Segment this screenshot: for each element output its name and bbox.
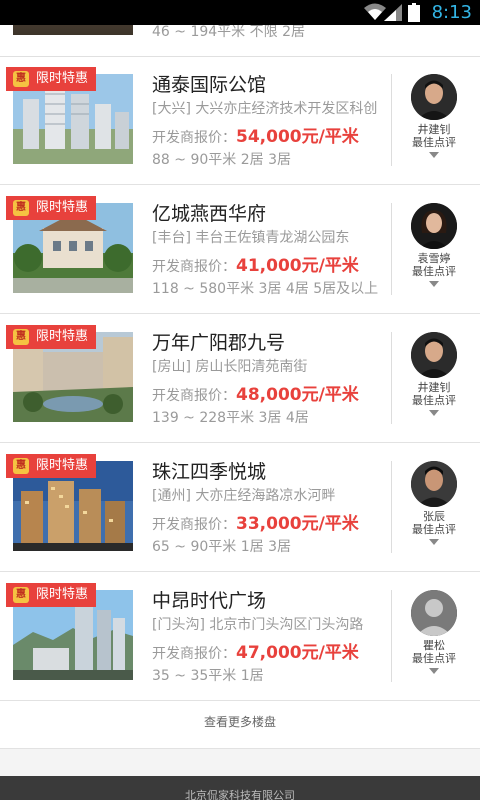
listing-area: 88 ~ 90平米 2居 3居	[152, 152, 291, 168]
listing-area: 35 ~ 35平米 1居	[152, 668, 264, 684]
list-item[interactable]: 惠限时特惠 万年广阳郡九号 [房山] 房山长阳清苑南街 开发商报价：48,000…	[0, 314, 480, 443]
promo-tag-icon: 惠	[13, 587, 29, 603]
divider	[391, 461, 392, 553]
promo-badge: 惠限时特惠	[6, 196, 97, 220]
list-item[interactable]: 惠限时特惠 通泰国际公馆 [大兴] 大兴亦庄经济技术开发区科创 开发商报价：54…	[0, 56, 480, 185]
footer: 北京侃家科技有限公司	[0, 776, 480, 800]
listing-address: [门头沟] 北京市门头沟区门头沟路	[152, 617, 364, 633]
list-item[interactable]: 惠限时特惠 中昂时代广场 [门头沟] 北京市门头沟区门头沟路 开发商报价：47,…	[0, 572, 480, 701]
chevron-down-icon[interactable]	[429, 152, 439, 158]
agent-card[interactable]: 井建钊 最佳点评	[400, 332, 468, 416]
listing-price-row: 开发商报价：41,000元/平米	[152, 256, 359, 276]
listing-price-row: 开发商报价：33,000元/平米	[152, 514, 359, 534]
agent-name: 瞿松	[423, 639, 445, 652]
divider	[391, 74, 392, 166]
listing-price-row: 开发商报价：48,000元/平米	[152, 385, 359, 405]
avatar	[411, 461, 457, 507]
list-item[interactable]: 惠限时特惠 亿城燕西华府 [丰台] 丰台王佐镇青龙湖公园东 开发商报价：41,0…	[0, 185, 480, 314]
listing-title: 通泰国际公馆	[152, 74, 267, 96]
listing-price: 54,000元/平米	[236, 127, 359, 147]
avatar	[411, 203, 457, 249]
view-more-link[interactable]: 查看更多楼盘	[0, 697, 480, 747]
promo-tag-icon: 惠	[13, 329, 29, 345]
promo-badge: 惠限时特惠	[6, 583, 97, 607]
agent-label: 最佳点评	[412, 136, 456, 149]
listing-area: 46 ~ 194平米 不限 2居	[152, 25, 305, 40]
divider	[391, 332, 392, 424]
list-item-partial[interactable]: 46 ~ 194平米 不限 2居	[0, 25, 480, 57]
agent-name: 袁雪婷	[417, 252, 451, 265]
listing-price-row: 开发商报价：47,000元/平米	[152, 643, 359, 663]
agent-name: 井建钊	[417, 123, 451, 136]
status-time: 8:13	[431, 2, 472, 23]
listing-address: [通州] 大亦庄经海路凉水河畔	[152, 488, 336, 504]
wifi-icon	[364, 3, 386, 20]
agent-card[interactable]: 张辰 最佳点评	[400, 461, 468, 545]
agent-label: 最佳点评	[412, 394, 456, 407]
divider	[391, 203, 392, 295]
promo-badge: 惠限时特惠	[6, 454, 97, 478]
battery-icon	[408, 3, 420, 22]
chevron-down-icon[interactable]	[429, 539, 439, 545]
avatar-placeholder-icon	[411, 590, 457, 636]
list-item[interactable]: 惠限时特惠 珠江四季悦城 [通州] 大亦庄经海路凉水河畔 开发商报价：33,00…	[0, 443, 480, 572]
avatar	[411, 332, 457, 378]
promo-tag-icon: 惠	[13, 458, 29, 474]
listing-address: [大兴] 大兴亦庄经济技术开发区科创	[152, 101, 378, 117]
listing-thumbnail	[13, 25, 133, 35]
status-bar: 8:13	[0, 0, 480, 25]
listing-area: 118 ~ 580平米 3居 4居 5居及以上	[152, 281, 379, 297]
section-gap	[0, 748, 480, 777]
chevron-down-icon[interactable]	[429, 281, 439, 287]
listing-title: 中昂时代广场	[152, 590, 267, 612]
agent-label: 最佳点评	[412, 523, 456, 536]
chevron-down-icon[interactable]	[429, 410, 439, 416]
listing-title: 珠江四季悦城	[152, 461, 267, 483]
listing-price: 48,000元/平米	[236, 385, 359, 405]
listing-price: 47,000元/平米	[236, 643, 359, 663]
promo-tag-icon: 惠	[13, 71, 29, 87]
listing-price: 41,000元/平米	[236, 256, 359, 276]
chevron-down-icon[interactable]	[429, 668, 439, 674]
agent-name: 张辰	[423, 510, 445, 523]
listing-title: 亿城燕西华府	[152, 203, 267, 225]
promo-badge: 惠限时特惠	[6, 67, 97, 91]
promo-badge: 惠限时特惠	[6, 325, 97, 349]
agent-label: 最佳点评	[412, 265, 456, 278]
listing-price: 33,000元/平米	[236, 514, 359, 534]
listing-address: [丰台] 丰台王佐镇青龙湖公园东	[152, 230, 350, 246]
agent-card[interactable]: 井建钊 最佳点评	[400, 74, 468, 158]
agent-label: 最佳点评	[412, 652, 456, 665]
listing-title: 万年广阳郡九号	[152, 332, 286, 354]
listing-area: 139 ~ 228平米 3居 4居	[152, 410, 309, 426]
signal-icon	[384, 4, 402, 21]
listing-area: 65 ~ 90平米 1居 3居	[152, 539, 291, 555]
agent-card[interactable]: 瞿松 最佳点评	[400, 590, 468, 674]
promo-tag-icon: 惠	[13, 200, 29, 216]
avatar	[411, 74, 457, 120]
listing-price-row: 开发商报价：54,000元/平米	[152, 127, 359, 147]
agent-card[interactable]: 袁雪婷 最佳点评	[400, 203, 468, 287]
divider	[391, 590, 392, 682]
agent-name: 井建钊	[417, 381, 451, 394]
listing-address: [房山] 房山长阳清苑南街	[152, 359, 308, 375]
